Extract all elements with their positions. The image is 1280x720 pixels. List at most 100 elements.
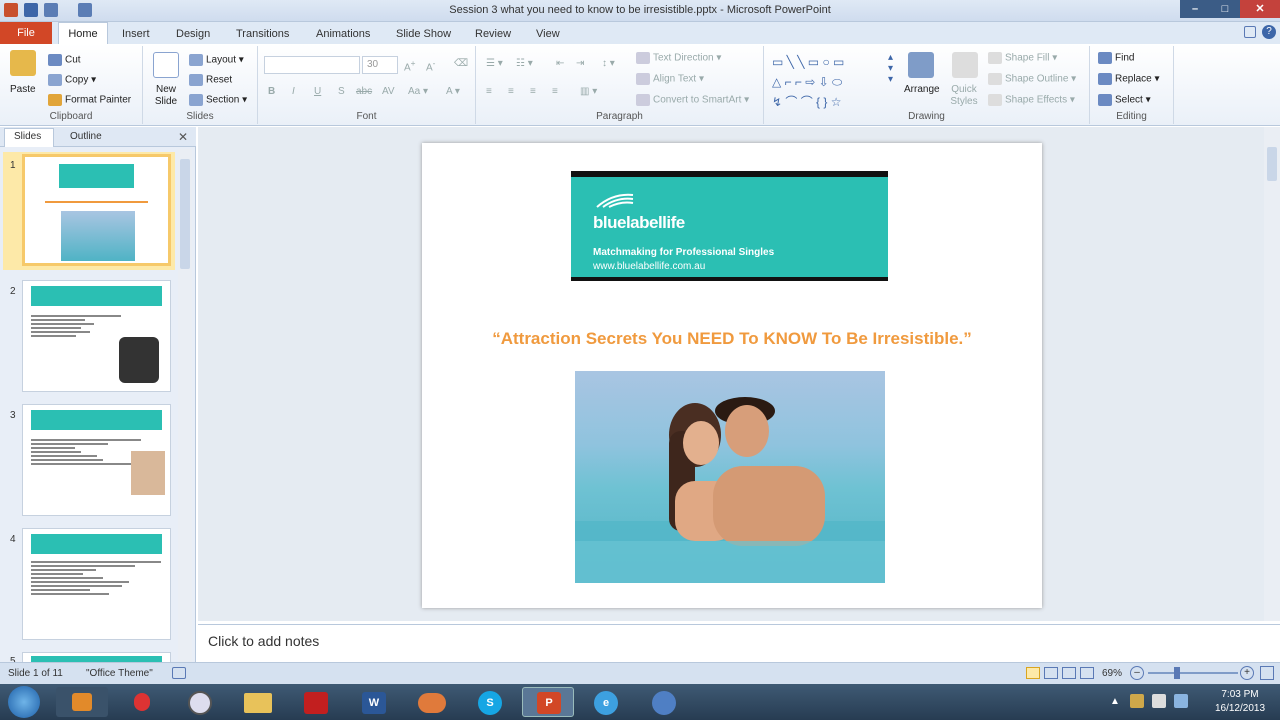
tab-home[interactable]: Home bbox=[58, 22, 108, 45]
taskbar-pin-icon[interactable] bbox=[116, 687, 168, 717]
paste-button[interactable]: Paste bbox=[10, 84, 36, 95]
scroll-thumb[interactable] bbox=[1267, 147, 1277, 181]
reading-view-icon[interactable] bbox=[1062, 667, 1076, 679]
tab-insert[interactable]: Insert bbox=[114, 24, 158, 44]
slide-thumbnail[interactable] bbox=[22, 280, 171, 392]
zoom-out-button[interactable]: – bbox=[1130, 666, 1144, 680]
paste-icon[interactable] bbox=[10, 50, 36, 76]
line-spacing-icon[interactable]: ↕ ▾ bbox=[602, 58, 615, 69]
tab-transitions[interactable]: Transitions bbox=[228, 24, 297, 44]
taskbar-acrobat-icon[interactable] bbox=[290, 687, 342, 717]
clear-formatting-icon[interactable]: ⌫ bbox=[454, 58, 468, 69]
taskbar-explorer-icon[interactable] bbox=[232, 687, 284, 717]
increase-indent-icon[interactable]: ⇥ bbox=[576, 58, 584, 69]
slides-pane-scrollbar[interactable] bbox=[178, 149, 192, 663]
current-slide[interactable]: bluelabellife Matchmaking for Profession… bbox=[422, 143, 1042, 608]
undo-icon[interactable] bbox=[44, 3, 58, 17]
taskbar-media-icon[interactable] bbox=[56, 687, 108, 717]
copy-button[interactable]: Copy ▾ bbox=[48, 74, 96, 86]
slide-title[interactable]: “Attraction Secrets You NEED To KNOW To … bbox=[422, 329, 1042, 349]
tab-design[interactable]: Design bbox=[168, 24, 218, 44]
tab-animations[interactable]: Animations bbox=[308, 24, 378, 44]
normal-view-icon[interactable] bbox=[1026, 667, 1040, 679]
notes-pane[interactable]: Click to add notes bbox=[198, 624, 1280, 662]
tab-slideshow[interactable]: Slide Show bbox=[388, 24, 459, 44]
text-direction-button[interactable]: Text Direction ▾ bbox=[636, 52, 721, 64]
format-painter-button[interactable]: Format Painter bbox=[48, 94, 131, 106]
close-pane-icon[interactable]: ✕ bbox=[178, 130, 188, 144]
bullets-icon[interactable]: ☰ ▾ bbox=[486, 58, 503, 69]
tray-network-icon[interactable] bbox=[1130, 694, 1144, 708]
new-slide-button[interactable]: New Slide bbox=[149, 84, 183, 108]
close-button[interactable]: ✕ bbox=[1240, 0, 1280, 18]
taskbar-word-icon[interactable]: W bbox=[348, 687, 400, 717]
font-name-field[interactable] bbox=[264, 56, 360, 74]
maximize-button[interactable]: □ bbox=[1210, 0, 1240, 18]
slide-thumbnail[interactable] bbox=[22, 154, 171, 266]
zoom-slider[interactable] bbox=[1148, 672, 1238, 674]
align-left-icon[interactable]: ≡ bbox=[486, 86, 492, 97]
couple-photo[interactable] bbox=[575, 371, 885, 583]
minimize-ribbon-icon[interactable] bbox=[1244, 26, 1256, 38]
save-icon[interactable] bbox=[24, 3, 38, 17]
change-case-button[interactable]: Aa ▾ bbox=[408, 86, 428, 97]
taskbar-ie-icon[interactable]: e bbox=[580, 687, 632, 717]
align-right-icon[interactable]: ≡ bbox=[530, 86, 536, 97]
tray-expand-icon[interactable]: ▲ bbox=[1110, 696, 1120, 707]
arrange-icon[interactable] bbox=[908, 52, 934, 78]
start-button-icon[interactable] bbox=[8, 686, 40, 718]
taskbar-skype-icon[interactable]: S bbox=[464, 687, 516, 717]
new-slide-icon[interactable] bbox=[153, 52, 179, 78]
zoom-in-button[interactable]: + bbox=[1240, 666, 1254, 680]
tray-signal-icon[interactable] bbox=[1152, 694, 1166, 708]
minimize-button[interactable]: – bbox=[1180, 0, 1210, 18]
convert-smartart-button[interactable]: Convert to SmartArt ▾ bbox=[636, 94, 749, 106]
justify-icon[interactable]: ≡ bbox=[552, 86, 558, 97]
underline-button[interactable]: U bbox=[314, 86, 321, 97]
shadow-button[interactable]: S bbox=[338, 86, 345, 97]
taskbar-powerpoint-icon[interactable]: P bbox=[522, 687, 574, 717]
align-center-icon[interactable]: ≡ bbox=[508, 86, 514, 97]
quick-styles-icon[interactable] bbox=[952, 52, 978, 78]
tab-file[interactable]: File bbox=[0, 22, 52, 44]
fit-to-window-icon[interactable] bbox=[1260, 666, 1274, 680]
slideshow-view-icon[interactable] bbox=[1080, 667, 1094, 679]
font-color-button[interactable]: A ▾ bbox=[446, 86, 460, 97]
shapes-scroll-icon[interactable]: ▴ ▾ ▾ bbox=[888, 52, 893, 85]
tray-volume-icon[interactable] bbox=[1174, 694, 1188, 708]
tray-clock[interactable]: 7:03 PM 16/12/2013 bbox=[1200, 688, 1280, 716]
slide-thumbnail[interactable] bbox=[22, 528, 171, 640]
slide-sorter-icon[interactable] bbox=[1044, 667, 1058, 679]
strikethrough-button[interactable]: abc bbox=[356, 86, 372, 97]
redo-icon[interactable] bbox=[78, 3, 92, 17]
scroll-thumb[interactable] bbox=[180, 159, 190, 269]
shape-effects-button[interactable]: Shape Effects ▾ bbox=[988, 94, 1075, 106]
slide-thumbnail[interactable] bbox=[22, 404, 171, 516]
tab-outline[interactable]: Outline bbox=[70, 131, 102, 142]
font-size-field[interactable]: 30 bbox=[362, 56, 398, 74]
layout-button[interactable]: Layout ▾ bbox=[189, 54, 244, 66]
tab-slides[interactable]: Slides bbox=[14, 131, 41, 142]
replace-button[interactable]: Replace ▾ bbox=[1098, 73, 1160, 85]
align-text-button[interactable]: Align Text ▾ bbox=[636, 73, 704, 85]
char-spacing-button[interactable]: AV bbox=[382, 86, 395, 97]
shrink-font-button[interactable]: A- bbox=[426, 58, 435, 73]
tab-view[interactable]: View bbox=[528, 24, 568, 44]
numbering-icon[interactable]: ☷ ▾ bbox=[516, 58, 533, 69]
zoom-slider-thumb[interactable] bbox=[1174, 667, 1180, 679]
taskbar-app-icon[interactable] bbox=[638, 687, 690, 717]
quick-styles-button[interactable]: Quick Styles bbox=[944, 84, 984, 108]
section-button[interactable]: Section ▾ bbox=[189, 94, 247, 106]
tab-review[interactable]: Review bbox=[467, 24, 519, 44]
shapes-gallery[interactable]: ▭ ╲ ╲ ▭ ○ ▭ △ ⌐ ⌐ ⇨ ⇩ ⬭ ↯ ⌒ ⌒ { } ☆ bbox=[772, 52, 886, 112]
cut-button[interactable]: Cut bbox=[48, 54, 81, 66]
select-button[interactable]: Select ▾ bbox=[1098, 94, 1151, 106]
italic-button[interactable]: I bbox=[292, 86, 295, 97]
find-button[interactable]: Find bbox=[1098, 52, 1134, 64]
shape-fill-button[interactable]: Shape Fill ▾ bbox=[988, 52, 1057, 64]
shape-outline-button[interactable]: Shape Outline ▾ bbox=[988, 73, 1076, 85]
spellcheck-icon[interactable] bbox=[172, 667, 186, 679]
taskbar-people-icon[interactable] bbox=[406, 687, 458, 717]
decrease-indent-icon[interactable]: ⇤ bbox=[556, 58, 564, 69]
arrange-button[interactable]: Arrange bbox=[904, 84, 940, 95]
